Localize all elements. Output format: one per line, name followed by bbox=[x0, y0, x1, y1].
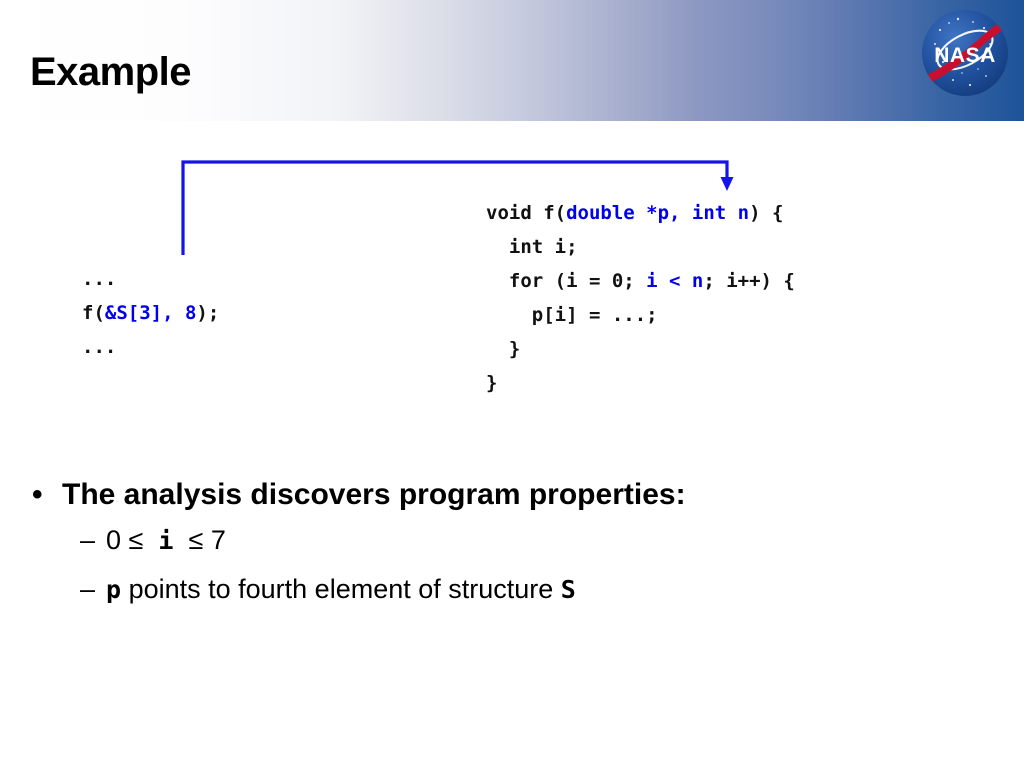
code-token: ) { bbox=[749, 202, 784, 224]
code-identifier: S bbox=[560, 574, 576, 604]
code-token: ... bbox=[82, 336, 117, 358]
code-identifier: i bbox=[143, 525, 189, 555]
code-line: f(&S[3], 8); bbox=[82, 296, 219, 330]
code-token: } bbox=[486, 338, 521, 360]
code-token: ... bbox=[82, 268, 117, 290]
code-line: for (i = 0; i < n; i++) { bbox=[486, 264, 795, 298]
bullet-item-level1: • The analysis discovers program propert… bbox=[28, 478, 988, 513]
code-token: p[i] = ...; bbox=[486, 304, 658, 326]
bullet-marker-dot: • bbox=[32, 478, 43, 511]
code-token-highlight: &S[3], 8 bbox=[104, 302, 197, 324]
bullet-text: The analysis discovers program propertie… bbox=[62, 478, 686, 511]
bullet-item-level2-range: – 0 ≤ i ≤ 7 bbox=[28, 525, 988, 556]
bullet-text: p points to fourth element of structure … bbox=[106, 574, 576, 604]
code-token: void f( bbox=[486, 202, 567, 224]
code-identifier: p bbox=[106, 574, 122, 604]
prose-run: ≤ bbox=[128, 524, 144, 555]
code-line: void f(double *p, int n) { bbox=[486, 196, 795, 230]
code-line: int i; bbox=[486, 230, 795, 264]
code-token: ); bbox=[196, 302, 220, 324]
bullet-marker-dash: – bbox=[80, 573, 96, 604]
nasa-logo-svg: NASA bbox=[922, 10, 1008, 96]
code-token-highlight: i < n bbox=[646, 270, 704, 292]
prose-run: points to fourth element of structure bbox=[121, 573, 561, 604]
code-line: } bbox=[486, 332, 795, 366]
bullet-text: 0 ≤ i ≤ 7 bbox=[106, 525, 226, 555]
prose-run: 0 bbox=[106, 524, 129, 555]
nasa-meatball-logo: NASA bbox=[918, 6, 1012, 100]
code-token: } bbox=[486, 372, 498, 394]
prose-run: ≤ bbox=[188, 524, 204, 555]
nasa-wordmark-text: NASA bbox=[934, 44, 996, 67]
prose-run: 7 bbox=[203, 524, 226, 555]
function-definition-code: void f(double *p, int n) { int i; for (i… bbox=[486, 196, 795, 400]
bullet-item-level2-pointer: – p points to fourth element of structur… bbox=[28, 574, 988, 605]
code-token: f( bbox=[82, 302, 105, 324]
code-token-highlight: double *p, int n bbox=[566, 202, 750, 224]
code-token: for (i = 0; bbox=[486, 270, 647, 292]
code-line: p[i] = ...; bbox=[486, 298, 795, 332]
bullet-list: • The analysis discovers program propert… bbox=[28, 478, 988, 623]
code-line: ... bbox=[82, 330, 219, 364]
code-token: int i; bbox=[486, 236, 578, 258]
code-line: ... bbox=[82, 262, 219, 296]
bullet-marker-dash: – bbox=[80, 524, 96, 555]
call-site-code: ... f(&S[3], 8);... bbox=[82, 262, 219, 364]
code-token: ; i++) { bbox=[703, 270, 795, 292]
code-line: } bbox=[486, 366, 795, 400]
page-title: Example bbox=[30, 50, 192, 94]
